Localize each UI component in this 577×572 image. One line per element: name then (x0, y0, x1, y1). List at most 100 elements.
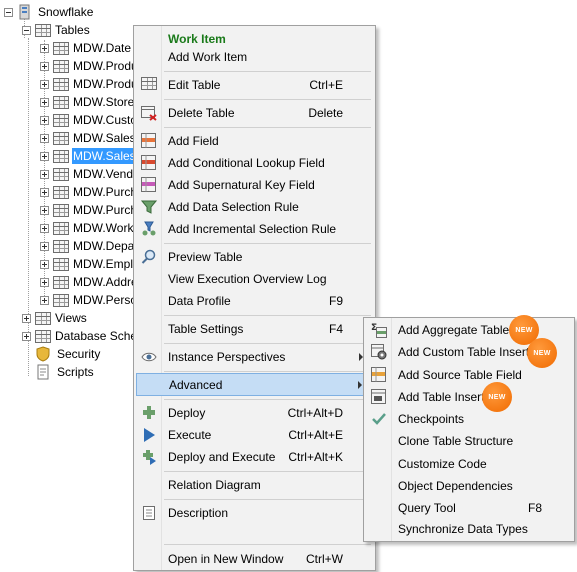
menu-open-in-new-window[interactable]: Open in New Window Ctrl+W (136, 548, 373, 570)
tree-table-item[interactable]: MDW.Purch (40, 183, 138, 201)
menu-relation-diagram[interactable]: Relation Diagram (136, 474, 373, 496)
table-icon (53, 203, 69, 217)
tree-table-item[interactable]: MDW.Sales (40, 147, 137, 165)
key-field-icon (141, 177, 157, 193)
submenu-add-table-insert[interactable]: Add Table Insert (366, 386, 572, 408)
tree-table-item[interactable]: MDW.Perso (40, 291, 138, 309)
table-icon (53, 95, 69, 109)
submenu-customize-code[interactable]: Customize Code (366, 453, 572, 475)
expand-toggle[interactable] (40, 97, 49, 107)
tree-root[interactable]: Snowflake (4, 3, 94, 21)
delete-table-icon (141, 105, 157, 121)
table-icon (53, 131, 69, 145)
new-badge: NEW (482, 382, 512, 412)
script-icon (35, 364, 51, 380)
expand-toggle[interactable] (40, 151, 49, 161)
menu-advanced[interactable]: Advanced (136, 373, 373, 396)
table-item-label: MDW.Addre (73, 275, 138, 289)
document-icon (141, 505, 157, 521)
tree-table-item[interactable]: MDW.Addre (40, 273, 139, 291)
menu-add-field[interactable]: Add Field (136, 130, 373, 152)
submenu-arrow-icon (358, 381, 362, 389)
menu-add-work-item[interactable]: Add Work Item (136, 46, 373, 68)
table-item-label: MDW.Depa (73, 239, 135, 253)
menu-execute[interactable]: Execute Ctrl+Alt+E (136, 424, 373, 446)
tree-table-item[interactable]: MDW.Produ (40, 75, 139, 93)
tree-tables-folder[interactable]: Tables (22, 21, 91, 39)
menu-add-supernatural-key-field[interactable]: Add Supernatural Key Field (136, 174, 373, 196)
tree-table-item[interactable]: MDW.Custo (40, 111, 138, 129)
tree-table-item[interactable]: MDW.Store (40, 93, 135, 111)
expand-toggle[interactable] (40, 259, 49, 269)
tree-table-item[interactable]: MDW.Produ (40, 57, 139, 75)
menu-add-conditional-lookup-field[interactable]: Add Conditional Lookup Field (136, 152, 373, 174)
table-item-label: MDW.Purch (73, 203, 138, 217)
submenu-synchronize-data-types[interactable]: Synchronize Data Types (366, 518, 572, 540)
table-icon (53, 149, 69, 163)
menu-table-settings[interactable]: Table Settings F4 (136, 318, 373, 340)
table-icon (53, 41, 69, 55)
expand-toggle[interactable] (40, 43, 49, 53)
tree-security[interactable]: Security (35, 345, 101, 363)
menu-data-profile[interactable]: Data Profile F9 (136, 290, 373, 312)
menu-delete-table[interactable]: Delete Table Delete (136, 102, 373, 124)
tables-folder-icon (35, 23, 51, 37)
collapse-toggle[interactable] (4, 7, 13, 17)
tree-scripts[interactable]: Scripts (35, 363, 95, 381)
table-item-label: MDW.Produ (73, 59, 138, 73)
tree-table-item[interactable]: MDW.Empl (40, 255, 134, 273)
tree-table-item[interactable]: MDW.Depa (40, 237, 135, 255)
tree-database-schemas[interactable]: Database Sche (22, 327, 138, 345)
views-icon (35, 311, 51, 325)
menu-add-incremental-selection-rule[interactable]: Add Incremental Selection Rule (136, 218, 373, 240)
expand-toggle[interactable] (22, 313, 31, 323)
tree-views[interactable]: Views (22, 309, 88, 327)
expand-toggle[interactable] (40, 241, 49, 251)
expand-toggle[interactable] (40, 223, 49, 233)
menu-instance-perspectives[interactable]: Instance Perspectives (136, 346, 373, 368)
table-item-label: MDW.Custo (73, 113, 138, 127)
submenu-query-tool[interactable]: Query Tool F8 (366, 497, 572, 519)
submenu-clone-table-structure[interactable]: Clone Table Structure (366, 430, 572, 452)
new-badge: NEW (527, 338, 557, 368)
expand-toggle[interactable] (40, 205, 49, 215)
expand-toggle[interactable] (22, 331, 31, 341)
collapse-toggle[interactable] (22, 25, 31, 35)
tree-table-item[interactable]: MDW.Sales (40, 129, 137, 147)
expand-toggle[interactable] (40, 295, 49, 305)
expand-toggle[interactable] (40, 133, 49, 143)
menu-deploy[interactable]: Deploy Ctrl+Alt+D (136, 402, 373, 424)
tree-table-item[interactable]: MDW.Work (40, 219, 134, 237)
submenu-checkpoints[interactable]: Checkpoints (366, 408, 572, 430)
tree-table-item[interactable]: MDW.Purch (40, 201, 138, 219)
table-item-label: MDW.Sales (73, 131, 136, 145)
security-label: Security (57, 347, 101, 361)
table-insert-icon (371, 389, 387, 405)
table-item-label: MDW.Store (73, 95, 135, 109)
tree-table-item[interactable]: MDW.Vend (40, 165, 134, 183)
menu-preview-table[interactable]: Preview Table (136, 246, 373, 268)
context-menu: Work Item Add Work Item Edit Table Ctrl+… (133, 25, 376, 571)
lookup-field-icon (141, 155, 157, 171)
tree-table-item[interactable]: MDW.Date (40, 39, 132, 57)
table-item-label: MDW.Empl (73, 257, 133, 271)
edit-table-icon (141, 77, 157, 93)
expand-toggle[interactable] (40, 79, 49, 89)
expand-toggle[interactable] (40, 115, 49, 125)
expand-toggle[interactable] (40, 187, 49, 197)
menu-description[interactable]: Description (136, 502, 373, 524)
menu-add-data-selection-rule[interactable]: Add Data Selection Rule (136, 196, 373, 218)
table-icon (53, 275, 69, 289)
expand-toggle[interactable] (40, 169, 49, 179)
views-label: Views (55, 311, 87, 325)
expand-toggle[interactable] (40, 277, 49, 287)
menu-edit-table[interactable]: Edit Table Ctrl+E (136, 74, 373, 96)
submenu-object-dependencies[interactable]: Object Dependencies (366, 475, 572, 497)
source-field-icon (371, 367, 387, 383)
expand-toggle[interactable] (40, 61, 49, 71)
menu-view-execution-overview-log[interactable]: View Execution Overview Log (136, 268, 373, 290)
menu-deploy-and-execute[interactable]: Deploy and Execute Ctrl+Alt+K (136, 446, 373, 468)
play-icon (141, 427, 157, 443)
tables-folder-label: Tables (55, 23, 90, 37)
schemas-label: Database Sche (55, 329, 138, 343)
